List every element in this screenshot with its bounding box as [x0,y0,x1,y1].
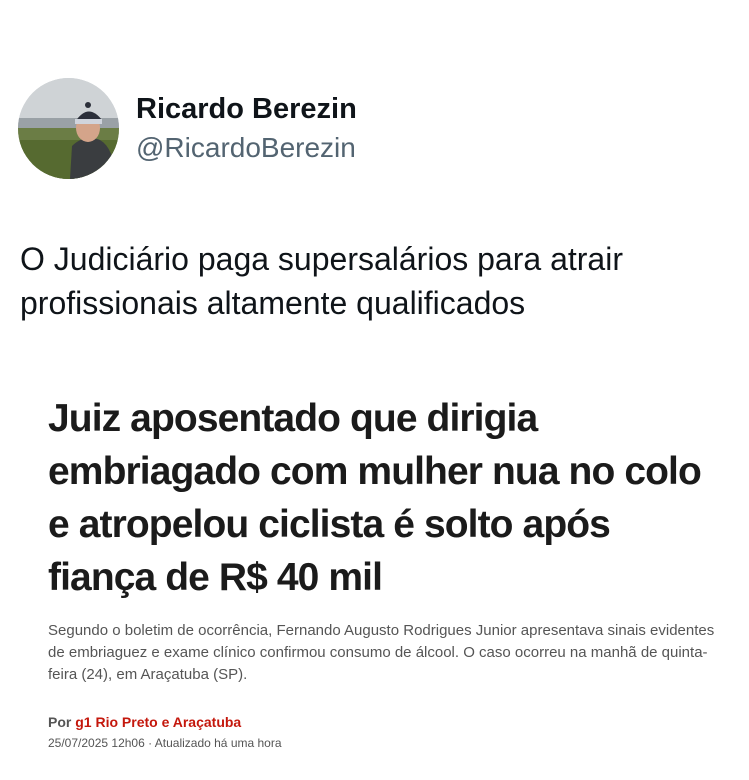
user-handle[interactable]: @RicardoBerezin [136,130,357,166]
byline-prefix: Por [48,714,76,730]
tweet-header: Ricardo Berezin @RicardoBerezin [18,78,357,179]
article-screenshot: Juiz aposentado que dirigia embriagado c… [48,392,728,751]
display-name[interactable]: Ricardo Berezin [136,92,357,126]
byline-source: g1 Rio Preto e Araçatuba [75,714,242,730]
article-headline: Juiz aposentado que dirigia embriagado c… [48,397,702,599]
article-timestamp: 25/07/2025 12h06 · Atualizado há uma hor… [48,736,282,750]
user-block: Ricardo Berezin @RicardoBerezin [136,92,357,166]
avatar-photo [18,78,119,179]
tweet-text: O Judiciário paga supersalários para atr… [20,241,623,321]
article-byline: Por g1 Rio Preto e Araçatuba [48,713,728,731]
avatar[interactable] [18,78,119,179]
article-summary: Segundo o boletim de ocorrência, Fernand… [48,622,715,683]
